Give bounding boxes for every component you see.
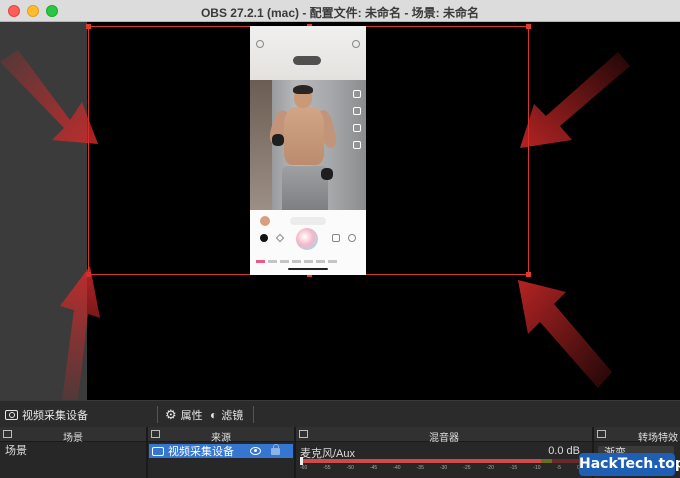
resize-handle-bl[interactable] (86, 272, 91, 277)
phone-side-toolbar (353, 90, 363, 160)
scenes-dock: 场景 场景 (0, 427, 148, 478)
camera-icon (152, 446, 164, 456)
phone-tool-icon (353, 141, 361, 149)
phone-mode-pill (293, 56, 321, 65)
preview-gutter (0, 22, 87, 400)
eye-icon[interactable] (250, 447, 261, 455)
dock-area: 场景 场景 来源 视频采集设备 混音器 麦克风/Aux 0.0 dB -60 -… (0, 427, 680, 478)
source-item[interactable]: 视频采集设备 (149, 444, 293, 458)
sources-list: 视频采集设备 (148, 443, 294, 478)
volume-scale: -60-55-50-45-40-35-30-25-20-15-10-50 (300, 465, 580, 473)
selected-source-indicator: 视频采集设备 (5, 406, 88, 423)
sources-dock-header: 来源 (148, 427, 294, 444)
window-title: OBS 27.2.1 (mac) - 配置文件: 未命名 - 场景: 未命名 (200, 6, 480, 20)
volume-slider-handle[interactable] (300, 457, 303, 465)
phone-avatar (260, 216, 270, 226)
selected-source-label: 视频采集设备 (22, 409, 88, 422)
scenes-list: 场景 (0, 443, 146, 478)
phone-flip-icon (352, 40, 360, 48)
camera-icon (5, 409, 18, 420)
scene-item[interactable]: 场景 (1, 444, 145, 458)
filters-label: 滤镜 (221, 409, 244, 422)
lock-icon[interactable] (271, 444, 280, 455)
transitions-dock-header: 转场特效 (594, 427, 680, 444)
phone-back-icon (256, 40, 264, 48)
phone-mode-row (256, 254, 360, 263)
volume-scale-tick: -35 (416, 465, 424, 471)
resize-handle-br[interactable] (526, 272, 531, 277)
mixer-dock-header: 混音器 (296, 427, 592, 444)
sources-dock: 来源 视频采集设备 (148, 427, 296, 478)
phone-filter-icon (260, 234, 268, 242)
photo-person-torso (284, 107, 324, 165)
gear-icon: ⚙ (165, 407, 177, 422)
phone-tool-icon (353, 124, 361, 132)
filter-icon: ◐ (210, 407, 218, 422)
mixer-dock: 混音器 麦克风/Aux 0.0 dB -60 -55 -50 -45 -40 -35 -30… (296, 427, 594, 478)
mixer-channel: 麦克风/Aux 0.0 dB -60 -55 -50 -45 -40 -35 -30 -25-… (296, 443, 592, 478)
source-item-label: 视频采集设备 (168, 446, 234, 458)
volume-scale-tick: -50 (346, 465, 354, 471)
filters-button[interactable]: ◐ 滤镜 (210, 406, 243, 423)
preview-canvas[interactable] (86, 22, 680, 400)
properties-label: 属性 (180, 409, 203, 422)
scenes-dock-header: 场景 (0, 427, 146, 444)
sources-dock-title: 来源 (211, 433, 231, 444)
mixer-level-readout: 0.0 dB (548, 445, 580, 457)
phone-gallery-icon (332, 234, 340, 242)
volume-scale-tick: -15 (509, 465, 518, 471)
phone-tool-icon (353, 107, 361, 115)
phone-bottom-panel (250, 210, 366, 275)
transitions-dock-title: 转场特效 (638, 433, 678, 444)
volume-scale-tick: -5 (556, 465, 562, 471)
photo-background (250, 80, 272, 210)
phone-effect-icon (275, 233, 285, 243)
photo-glove-right (321, 168, 333, 180)
volume-scale-tick: -30 (439, 465, 448, 471)
toolbar-divider (157, 406, 158, 423)
mixer-dock-title: 混音器 (429, 433, 459, 444)
volume-scale-tick: -20 (486, 465, 494, 471)
phone-shutter-button (296, 228, 318, 250)
volume-scale-tick: -60 (300, 465, 308, 471)
resize-handle-tr[interactable] (526, 24, 531, 29)
toolbar-divider (253, 406, 254, 423)
phone-tab-switch (290, 217, 326, 225)
watermark-logo: HackTech.top (579, 453, 680, 476)
scenes-dock-title: 场景 (63, 433, 83, 444)
volume-scale-tick: -10 (533, 465, 541, 471)
resize-handle-tl[interactable] (86, 24, 91, 29)
phone-template-icon (348, 234, 356, 242)
volume-scale-tick: -45 (369, 465, 378, 471)
properties-button[interactable]: ⚙ 属性 (165, 406, 203, 423)
volume-scale-tick: -40 (393, 465, 401, 471)
volume-scale-tick: -25 (463, 465, 471, 471)
preview-area[interactable] (0, 22, 680, 400)
phone-tool-icon (353, 90, 361, 98)
title-bar: OBS 27.2.1 (mac) - 配置文件: 未命名 - 场景: 未命名 (0, 0, 680, 22)
phone-home-indicator (288, 268, 328, 270)
captured-phone-screen (250, 26, 366, 275)
source-toolbar: 视频采集设备 ⚙ 属性 ◐ 滤镜 (0, 400, 680, 427)
phone-top-bar (250, 26, 366, 80)
photo-person-hair (293, 85, 313, 94)
phone-camera-preview (250, 80, 366, 210)
volume-meter-fill (300, 459, 541, 463)
photo-glove-left (272, 134, 284, 146)
volume-scale-tick: -55 (323, 465, 331, 471)
volume-meter (300, 459, 580, 463)
